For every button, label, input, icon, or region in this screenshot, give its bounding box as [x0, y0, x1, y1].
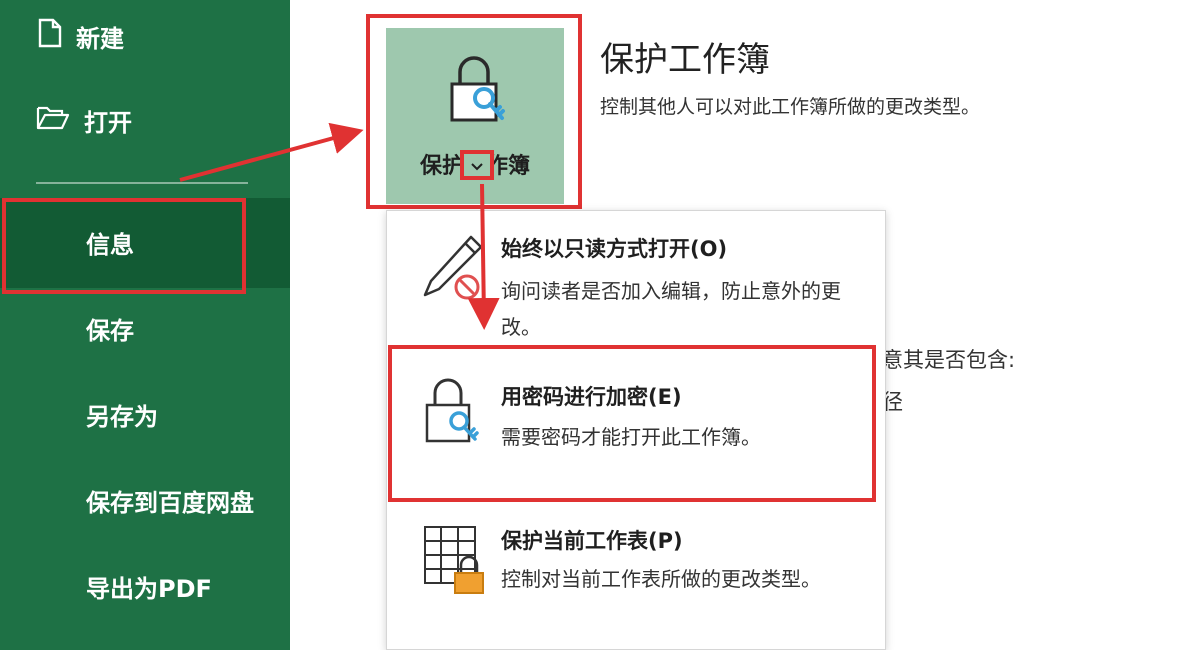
sidebar-item-label: 保存到百度网盘	[86, 488, 254, 517]
sidebar-item-export-pdf[interactable]: 导出为PDF	[0, 564, 290, 608]
sidebar-item-label: 打开	[84, 108, 132, 137]
protect-button-highlight-box	[366, 14, 582, 209]
folder-open-icon	[36, 104, 70, 136]
menu-item-read-only[interactable]: 始终以只读方式打开(O) 询问读者是否加入编辑，防止意外的更改。	[387, 211, 887, 341]
info-highlight-box	[2, 198, 246, 294]
menu-item-protect-sheet[interactable]: 保护当前工作表(P) 控制对当前工作表所做的更改类型。	[387, 511, 887, 650]
menu-item-title: 保护当前工作表(P)	[501, 529, 683, 553]
page-title: 保护工作簿	[600, 40, 770, 80]
sidebar-item-save[interactable]: 保存	[0, 306, 290, 350]
partially-hidden-text: 意其是否包含:	[882, 348, 1016, 372]
sidebar-item-label: 导出为PDF	[86, 574, 212, 603]
sidebar-item-new[interactable]: 新建	[0, 14, 290, 58]
menu-item-title: 始终以只读方式打开(O)	[501, 237, 728, 261]
sidebar-item-label: 另存为	[86, 402, 158, 431]
sheet-lock-icon	[421, 523, 487, 599]
sidebar-item-label: 保存	[86, 316, 134, 345]
sidebar-divider	[36, 182, 248, 184]
encrypt-option-highlight-box	[388, 345, 876, 502]
sidebar-item-save-as[interactable]: 另存为	[0, 392, 290, 436]
sidebar-item-open[interactable]: 打开	[0, 98, 290, 142]
new-file-icon	[38, 18, 62, 54]
sidebar-item-save-to-baidu[interactable]: 保存到百度网盘	[0, 478, 290, 522]
pencil-no-edit-icon	[421, 233, 485, 305]
sidebar-item-label: 新建	[76, 24, 124, 53]
menu-item-description: 控制对当前工作表所做的更改类型。	[501, 567, 821, 591]
section-description: 控制其他人可以对此工作簿所做的更改类型。	[600, 96, 981, 118]
menu-item-description: 询问读者是否加入编辑，防止意外的更改。	[501, 279, 841, 339]
